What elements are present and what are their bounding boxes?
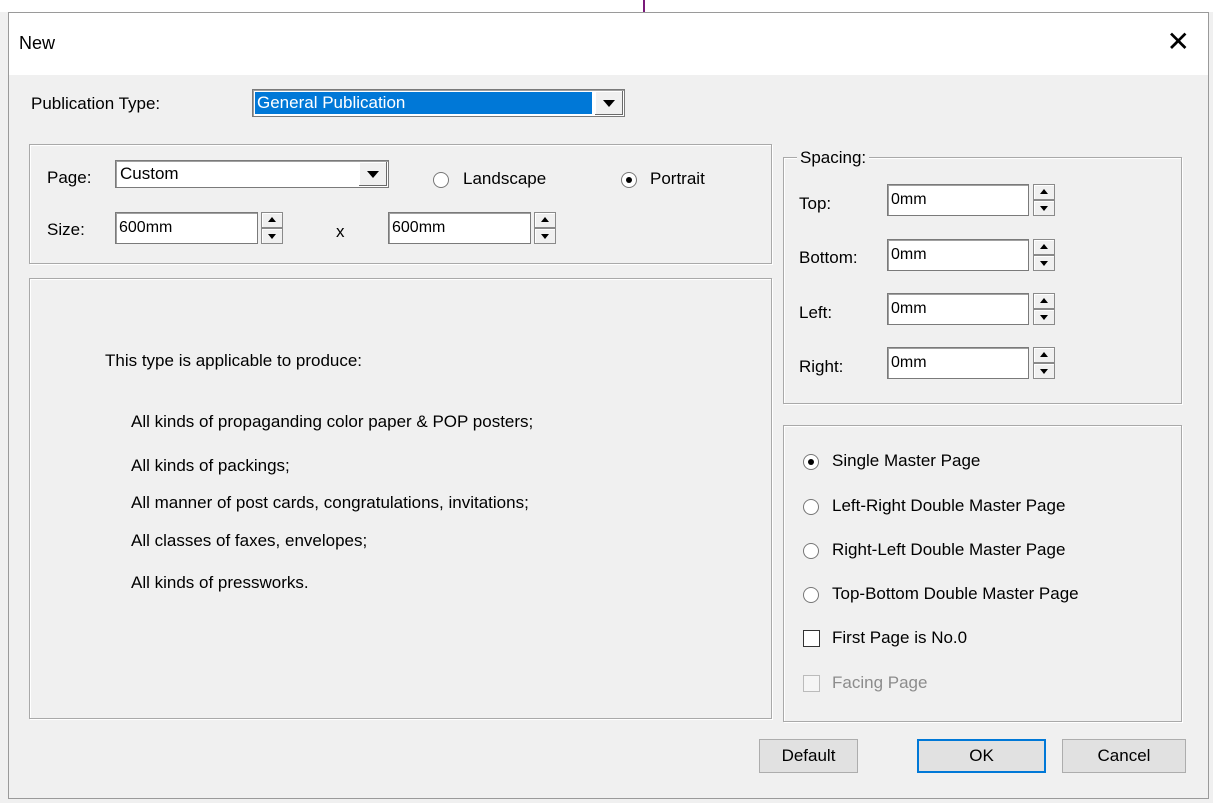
new-dialog: New ✕ Publication Type: General Publicat… xyxy=(8,12,1209,799)
width-value: 600mm xyxy=(119,219,173,236)
description-heading: This type is applicable to produce: xyxy=(105,351,363,370)
page-size-value: Custom xyxy=(120,164,179,183)
top-input[interactable]: 0mm xyxy=(887,184,1029,216)
width-spinner[interactable]: 600mm xyxy=(115,212,283,244)
spin-down-icon[interactable] xyxy=(1033,255,1055,271)
page-size-select[interactable]: Custom xyxy=(115,160,389,188)
right-left-master-label: Right-Left Double Master Page xyxy=(832,540,1066,559)
right-input[interactable]: 0mm xyxy=(887,347,1029,379)
top-bottom-master-radio[interactable] xyxy=(803,587,819,603)
size-separator: x xyxy=(336,222,345,241)
single-master-label: Single Master Page xyxy=(832,451,981,470)
spacing-legend: Spacing: xyxy=(797,148,870,168)
single-master-radio[interactable] xyxy=(803,454,819,470)
publication-type-label: Publication Type: xyxy=(31,94,161,113)
spin-up-icon[interactable] xyxy=(1033,293,1055,309)
facing-page-label: Facing Page xyxy=(832,673,928,692)
height-value: 600mm xyxy=(392,219,446,236)
background-strip xyxy=(0,0,1213,12)
page-label: Page: xyxy=(47,168,92,187)
spin-down-icon[interactable] xyxy=(1033,363,1055,379)
bottom-spinner[interactable]: 0mm xyxy=(887,239,1057,271)
description-item: All kinds of pressworks. xyxy=(131,573,309,592)
chevron-down-icon[interactable] xyxy=(358,162,387,186)
cancel-button[interactable]: Cancel xyxy=(1062,739,1186,773)
left-right-master-radio[interactable] xyxy=(803,499,819,515)
bottom-input[interactable]: 0mm xyxy=(887,239,1029,271)
right-label: Right: xyxy=(799,357,844,376)
portrait-radio[interactable] xyxy=(621,172,637,188)
spin-up-icon[interactable] xyxy=(1033,184,1055,200)
left-right-master-label: Left-Right Double Master Page xyxy=(832,496,1066,515)
chevron-down-icon[interactable] xyxy=(594,91,623,115)
landscape-label: Landscape xyxy=(463,169,547,188)
top-bottom-master-label: Top-Bottom Double Master Page xyxy=(832,584,1079,603)
left-spinner[interactable]: 0mm xyxy=(887,293,1057,325)
top-label: Top: xyxy=(799,194,832,213)
publication-type-select[interactable]: General Publication xyxy=(252,89,625,117)
title-bar: New ✕ xyxy=(9,13,1208,75)
spin-up-icon[interactable] xyxy=(534,212,556,228)
spin-down-icon[interactable] xyxy=(1033,309,1055,325)
spin-down-icon[interactable] xyxy=(534,228,556,244)
right-left-master-radio[interactable] xyxy=(803,543,819,559)
right-value: 0mm xyxy=(891,354,927,371)
first-page-label: First Page is No.0 xyxy=(832,628,968,647)
description-item: All kinds of propaganding color paper & … xyxy=(131,412,534,431)
facing-page-checkbox xyxy=(803,675,820,692)
height-spinner[interactable]: 600mm xyxy=(388,212,556,244)
height-input[interactable]: 600mm xyxy=(388,212,531,244)
top-spinner[interactable]: 0mm xyxy=(887,184,1057,216)
left-input[interactable]: 0mm xyxy=(887,293,1029,325)
ok-button[interactable]: OK xyxy=(917,739,1046,773)
bottom-label: Bottom: xyxy=(799,248,858,267)
default-button[interactable]: Default xyxy=(759,739,858,773)
top-value: 0mm xyxy=(891,191,927,208)
bottom-value: 0mm xyxy=(891,246,927,263)
left-label: Left: xyxy=(799,303,833,322)
close-icon[interactable]: ✕ xyxy=(1167,25,1190,59)
spin-down-icon[interactable] xyxy=(261,228,283,244)
publication-type-value: General Publication xyxy=(255,92,592,114)
background-marker xyxy=(643,0,645,12)
description-item: All classes of faxes, envelopes; xyxy=(131,531,368,550)
description-item: All kinds of packings; xyxy=(131,456,290,475)
spin-up-icon[interactable] xyxy=(1033,347,1055,363)
width-input[interactable]: 600mm xyxy=(115,212,258,244)
right-spinner[interactable]: 0mm xyxy=(887,347,1057,379)
size-label: Size: xyxy=(47,220,85,239)
portrait-label: Portrait xyxy=(650,169,705,188)
dialog-title: New xyxy=(19,33,56,53)
description-item: All manner of post cards, congratulation… xyxy=(131,493,529,512)
spin-up-icon[interactable] xyxy=(261,212,283,228)
first-page-checkbox[interactable] xyxy=(803,630,820,647)
left-value: 0mm xyxy=(891,300,927,317)
spin-down-icon[interactable] xyxy=(1033,200,1055,216)
landscape-radio[interactable] xyxy=(433,172,449,188)
spin-up-icon[interactable] xyxy=(1033,239,1055,255)
